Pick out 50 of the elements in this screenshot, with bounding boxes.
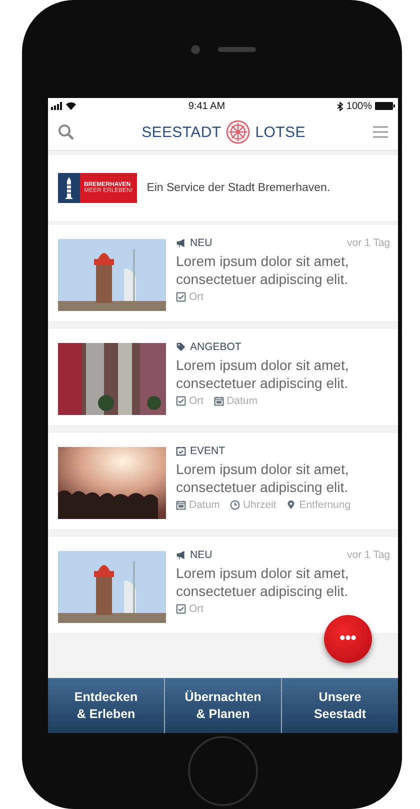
status-time: 9:41 AM [188,100,226,112]
bluetooth-icon [337,102,344,110]
banner-text: Ein Service der Stadt Bremerhaven. [146,182,330,194]
megaphone-icon [176,550,186,560]
nav-tab[interactable]: Unsere Seestadt [281,678,398,733]
logo-text: SEESTADT [142,124,222,140]
tag-icon [176,342,186,352]
signal-icon [51,102,63,110]
compass-rose-icon [226,120,250,144]
news-card[interactable]: EVENT Lorem ipsum dolor sit amet, consectetuer adipiscing elit. Datum Uhrzeit Entfernung [48,433,398,529]
calendar-icon [176,500,186,510]
meta-label: Ort [189,291,204,303]
battery-icon [375,102,395,110]
category-label: NEU [190,549,212,561]
wifi-icon [66,102,76,110]
calendar-check-icon [176,446,186,456]
search-icon[interactable] [58,124,74,140]
news-card[interactable]: NEU vor 1 Tag Lorem ipsum dolor sit amet, consectetuer adipiscing elit. Ort [48,537,398,633]
megaphone-icon [176,238,186,248]
card-title: Lorem ipsum dolor sit amet, consectetuer adipiscing elit. [176,564,350,600]
category-label: EVENT [190,445,226,457]
meta-label: Ort [189,395,204,407]
card-title: Lorem ipsum dolor sit amet, consectetuer adipiscing elit. [176,460,350,496]
news-card[interactable]: ANGEBOT Lorem ipsum dolor sit amet, consectetuer adipiscing elit. Ort Datum [48,329,398,425]
card-title: Lorem ipsum dolor sit amet, consectetuer adipiscing elit. [176,356,350,392]
meta-label: Datum [226,395,258,407]
checkbox-icon [176,604,186,614]
battery-percent: 100% [346,100,372,112]
camera-dot [190,44,200,54]
meta-label: Uhrzeit [242,499,276,511]
speaker-slot [218,46,256,52]
news-card[interactable]: NEU vor 1 Tag Lorem ipsum dolor sit amet, consectetuer adipiscing elit. Ort [48,225,398,321]
checkbox-icon [176,292,186,302]
category-label: NEU [190,237,212,249]
map-pin-icon [286,500,296,510]
meta-label: Datum [189,499,220,511]
nav-tab[interactable]: Entdecken & Erleben [48,678,164,733]
meta-label: Ort [189,603,204,615]
calendar-icon [214,396,224,406]
time-ago: vor 1 Tag [347,237,390,249]
nav-tab[interactable]: Übernachten & Planen [164,678,281,733]
category-label: ANGEBOT [190,341,242,353]
logo-text: LOTSE [255,124,306,140]
menu-icon[interactable] [372,126,388,138]
clock-icon [230,500,240,510]
checkbox-icon [176,396,186,406]
meta-label: Entfernung [299,499,351,511]
card-title: Lorem ipsum dolor sit amet, consectetuer adipiscing elit. [176,252,350,288]
time-ago: vor 1 Tag [347,549,390,561]
more-button[interactable]: ••• [324,615,372,663]
